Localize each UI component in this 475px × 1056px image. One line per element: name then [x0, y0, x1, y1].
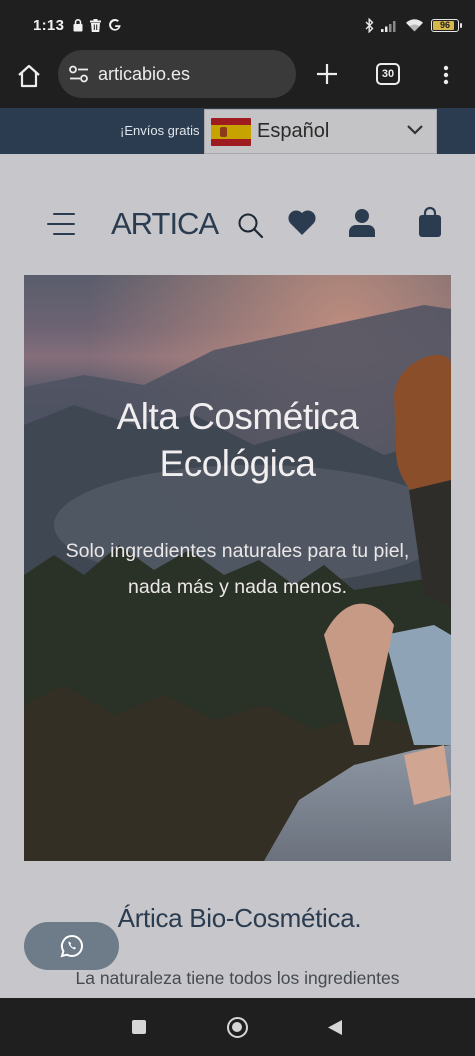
whatsapp-button[interactable] — [24, 922, 119, 970]
new-tab-button[interactable] — [313, 60, 341, 88]
wifi-icon — [406, 19, 423, 32]
bluetooth-icon — [365, 17, 374, 33]
shopping-bag-icon[interactable] — [418, 206, 442, 238]
hero-title: Alta Cosmética Ecológica — [24, 393, 451, 487]
battery-level: 96 — [439, 20, 450, 30]
hero-banner: Alta Cosmética Ecológica Solo ingredient… — [24, 275, 451, 861]
search-icon[interactable] — [237, 212, 265, 240]
status-left-icons — [73, 18, 122, 32]
whatsapp-icon — [60, 934, 83, 958]
browser-menu-button[interactable] — [434, 62, 458, 88]
hero-title-line-1: Alta Cosmética — [116, 396, 359, 437]
section-text: La naturaleza tiene todos los ingredient… — [75, 968, 400, 988]
site-logo[interactable]: ARTICA — [111, 206, 219, 242]
hero-subtitle-line-2: nada más y nada menos. — [128, 576, 347, 598]
home-button[interactable] — [15, 62, 43, 90]
back-icon[interactable] — [327, 1019, 343, 1036]
status-right-icons: 96 — [365, 17, 462, 33]
hero-subtitle-line-1: Solo ingredientes naturales para tu piel… — [65, 540, 410, 562]
browser-toolbar: articabio.es 30 — [0, 50, 475, 108]
status-bar: 1:13 96 — [0, 0, 475, 50]
language-label: Español — [257, 120, 330, 142]
trash-icon — [90, 18, 102, 32]
spain-flag-icon — [211, 117, 251, 146]
recents-button[interactable] — [132, 1020, 146, 1034]
home-icon — [18, 64, 40, 88]
plus-icon — [317, 64, 337, 84]
site-settings-icon[interactable] — [68, 65, 90, 83]
hero-subtitle: Solo ingredientes naturales para tu piel… — [24, 533, 451, 605]
site-header: ARTICA — [0, 154, 475, 274]
system-nav-bar — [0, 998, 475, 1056]
announcement-text: ¡Envíos gratis — [120, 123, 200, 138]
signal-icon — [381, 20, 396, 32]
url-text[interactable]: articabio.es — [98, 64, 190, 85]
hamburger-menu-icon[interactable] — [47, 212, 75, 236]
language-select[interactable]: Español — [204, 109, 437, 154]
web-page: ¡Envíos gratis Español ARTICA Alta Cosmé… — [0, 108, 475, 998]
url-bar[interactable]: articabio.es — [58, 50, 296, 98]
home-nav-button[interactable] — [227, 1017, 248, 1038]
chevron-down-icon — [407, 125, 423, 135]
lock-icon — [73, 18, 83, 31]
battery-indicator: 96 — [431, 18, 462, 32]
status-time: 1:13 — [33, 16, 65, 34]
more-vert-icon — [443, 65, 449, 85]
hero-title-line-2: Ecológica — [159, 443, 316, 484]
account-icon[interactable] — [348, 208, 376, 238]
google-icon — [109, 18, 121, 31]
heart-icon[interactable] — [287, 208, 317, 236]
tab-switcher-button[interactable]: 30 — [376, 63, 400, 85]
